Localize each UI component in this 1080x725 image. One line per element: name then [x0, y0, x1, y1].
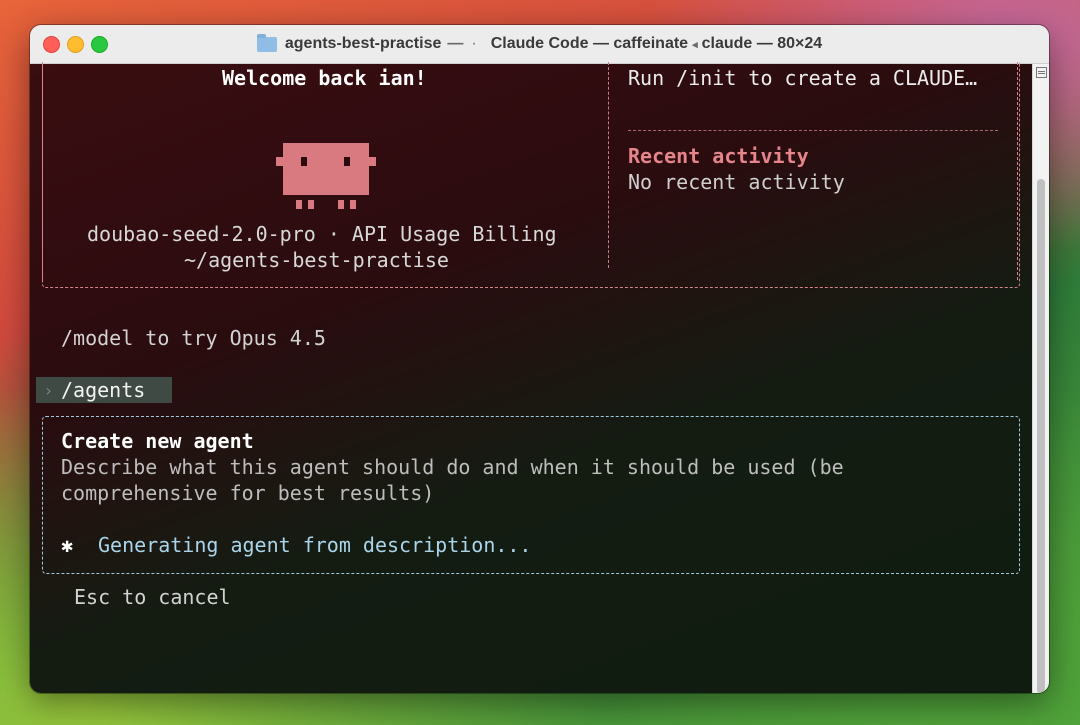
panel-right-border	[1017, 62, 1018, 280]
model-billing-text: doubao-seed-2.0-pro · API Usage Billing	[87, 222, 557, 246]
prompt-input[interactable]: › /agents	[36, 377, 172, 403]
recent-activity-value: No recent activity	[628, 170, 845, 194]
init-tip: Run /init to create a CLAUDE…	[628, 66, 978, 90]
model-hint: /model to try Opus 4.5	[61, 326, 326, 350]
divider	[628, 130, 998, 131]
welcome-text: Welcome back ian!	[222, 66, 427, 90]
working-directory: ~/agents-best-practise	[184, 248, 449, 272]
title-folder: agents-best-practise	[284, 35, 442, 52]
scrollbar-thumb[interactable]	[1037, 179, 1045, 693]
scrollbar-menu-icon[interactable]	[1036, 67, 1047, 78]
dialog-description-line1: Describe what this agent should do and w…	[61, 455, 844, 479]
panel-divider	[608, 62, 609, 268]
terminal-window: agents-best-practise — · Claude Code — c…	[30, 25, 1049, 693]
dialog-title: Create new agent	[61, 429, 254, 453]
prompt-chevron-icon: ›	[43, 380, 54, 400]
title-dot: ·	[471, 35, 477, 52]
title-app: Claude Code — caffeinate	[490, 35, 689, 52]
window-title: agents-best-practise — · Claude Code — c…	[30, 25, 1049, 63]
recent-activity-title: Recent activity	[628, 144, 809, 168]
title-bar[interactable]: agents-best-practise — · Claude Code — c…	[30, 25, 1049, 64]
folder-icon	[256, 33, 277, 52]
generating-status: Generating agent from description...	[98, 533, 532, 557]
title-arrow: ◂	[692, 38, 698, 51]
cancel-hint: Esc to cancel	[74, 585, 231, 609]
prompt-command: /agents	[61, 378, 146, 402]
panel-left-border	[42, 62, 43, 280]
title-process: claude — 80×24	[701, 35, 823, 52]
dialog-description-line2: comprehensive for best results)	[61, 481, 435, 505]
scrollbar[interactable]	[1032, 64, 1049, 693]
title-separator: —	[447, 35, 464, 52]
terminal-content[interactable]: Welcome back ian! doubao-seed-2.0-pro · …	[30, 62, 1033, 693]
spinner-icon: ✱	[61, 533, 74, 557]
